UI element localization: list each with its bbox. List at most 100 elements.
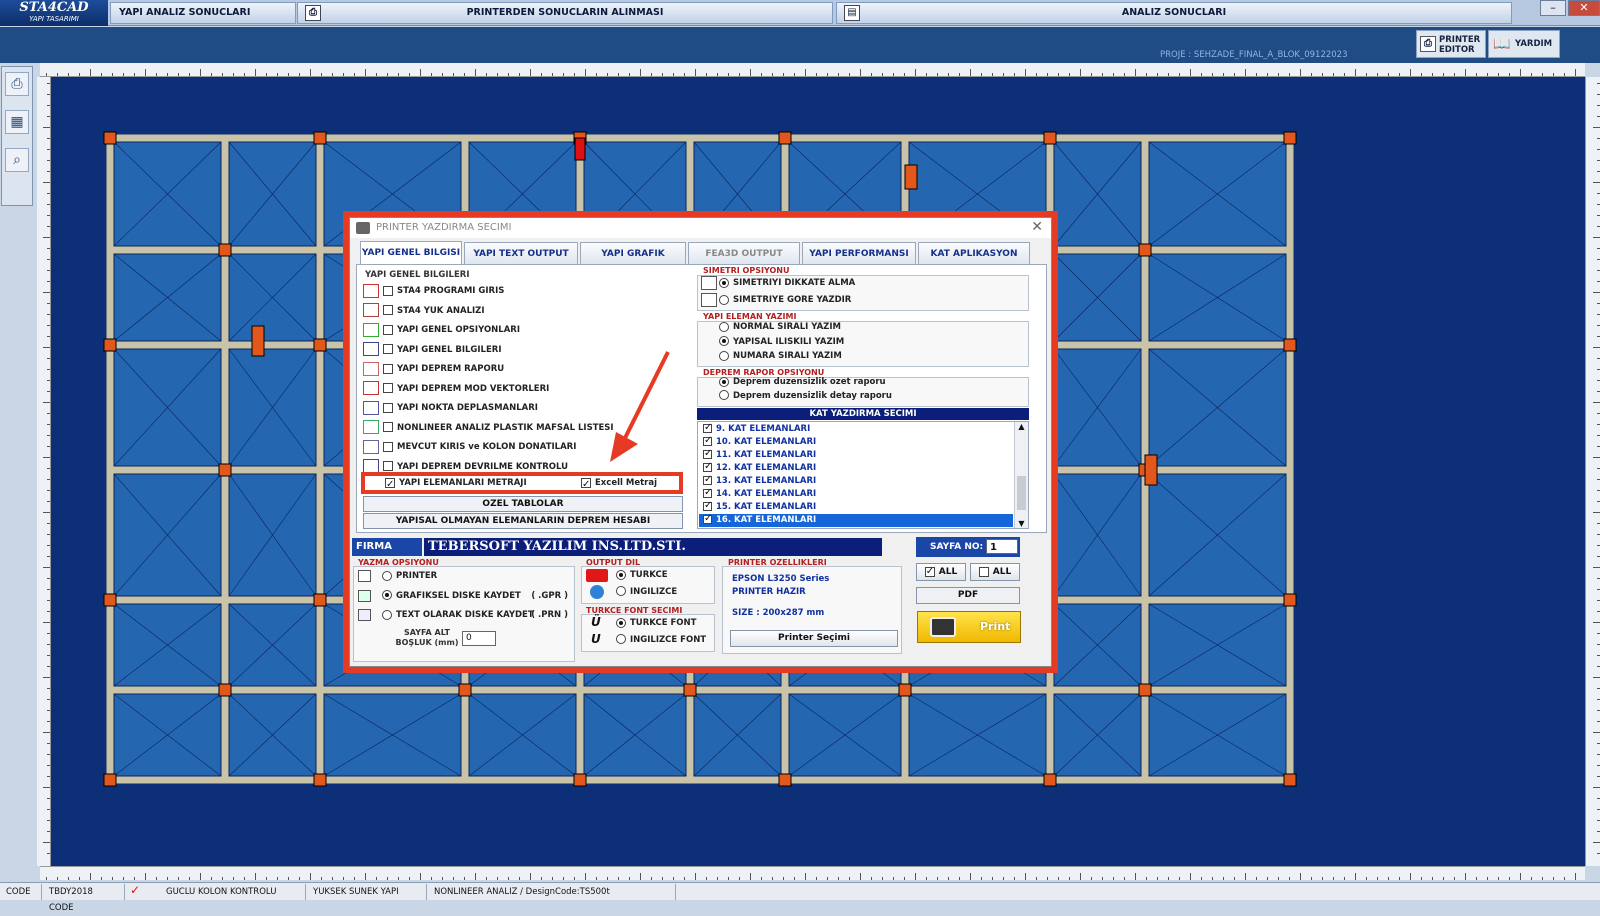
radio-option[interactable]: NUMARA SIRALI YAZIM bbox=[719, 349, 1019, 364]
floor-list-scrollbar[interactable]: ▲ ▼ bbox=[1014, 422, 1028, 528]
checkbox[interactable] bbox=[703, 473, 712, 486]
tab-yapi-text-output[interactable]: YAPI TEXT OUTPUT bbox=[464, 242, 578, 264]
radio-option[interactable]: INGILIZCE bbox=[616, 584, 716, 601]
ruler-tick bbox=[167, 73, 168, 76]
checkbox[interactable] bbox=[383, 305, 393, 315]
firma-input[interactable]: TEBERSOFT YAZILIM INS.LTD.STI. bbox=[424, 538, 882, 556]
radio-button[interactable] bbox=[616, 617, 626, 628]
column bbox=[103, 338, 117, 352]
zoom-tool-button[interactable]: ⌕ bbox=[5, 148, 29, 172]
tab-printer-results[interactable]: ⎙ PRINTERDEN SONUCLARIN ALINMASI bbox=[297, 2, 833, 24]
tab-yapi-analiz-sonuclari[interactable]: YAPI ANALIZ SONUCLARI bbox=[110, 2, 296, 24]
radio-button[interactable] bbox=[719, 294, 729, 305]
floor-list[interactable]: 9. KAT ELEMANLARI 10. KAT ELEMANLARI 11. K… bbox=[697, 421, 1029, 529]
metraj-checkbox[interactable]: YAPI ELEMANLARI METRAJI bbox=[385, 473, 527, 495]
radio-button[interactable] bbox=[382, 570, 392, 581]
radio-option[interactable]: SIMETRIYE GORE YAZDIR bbox=[719, 292, 1019, 309]
minimize-button[interactable]: – bbox=[1540, 0, 1566, 16]
checkbox[interactable] bbox=[383, 461, 393, 471]
scroll-up-icon[interactable]: ▲ bbox=[1015, 422, 1028, 431]
print-button[interactable]: Print bbox=[917, 611, 1021, 643]
radio-option[interactable]: Deprem duzensizlik detay raporu bbox=[719, 390, 1019, 404]
excel-metraj-checkbox[interactable]: Excell Metraj bbox=[581, 473, 657, 495]
radio-button[interactable] bbox=[382, 590, 392, 600]
checkbox[interactable] bbox=[383, 402, 393, 413]
printer-editor-button[interactable]: ⎙ PRINTER EDITOR bbox=[1416, 30, 1486, 58]
floor-item[interactable]: 12. KAT ELEMANLARI bbox=[699, 460, 1013, 475]
checkbox[interactable] bbox=[383, 422, 393, 432]
radio-option[interactable]: GRAFIKSEL DISKE KAYDET ( .GPR ) bbox=[382, 587, 572, 607]
checkbox[interactable] bbox=[385, 475, 395, 495]
radio-button[interactable] bbox=[719, 277, 729, 288]
checkbox[interactable] bbox=[383, 285, 393, 296]
ruler-tick bbox=[1135, 69, 1136, 76]
checkbox[interactable] bbox=[383, 383, 393, 393]
floor-item[interactable]: 10. KAT ELEMANLARI bbox=[699, 434, 1013, 449]
scroll-down-icon[interactable]: ▼ bbox=[1015, 519, 1028, 528]
floor-item[interactable]: 11. KAT ELEMANLARI bbox=[699, 447, 1013, 462]
scroll-thumb[interactable] bbox=[1017, 476, 1026, 510]
help-button[interactable]: 📖 YARDIM bbox=[1488, 30, 1560, 58]
checkbox[interactable] bbox=[703, 499, 712, 512]
item-icon bbox=[363, 459, 379, 473]
tab-yapi-genel-bilgisi[interactable]: YAPI GENEL BILGISI bbox=[360, 241, 462, 265]
checkbox[interactable] bbox=[703, 486, 712, 499]
printer-select-button[interactable]: Printer Seçimi bbox=[730, 630, 898, 647]
floor-item[interactable]: 16. KAT ELEMANLARI bbox=[699, 512, 1013, 527]
checkbox[interactable] bbox=[383, 363, 393, 374]
radio-option[interactable]: Deprem duzensizlik ozet raporu bbox=[719, 376, 1019, 390]
ruler-tick bbox=[794, 73, 795, 76]
radio-button[interactable] bbox=[719, 376, 729, 387]
radio-button[interactable] bbox=[719, 350, 729, 361]
floor-item[interactable]: 15. KAT ELEMANLARI bbox=[699, 499, 1013, 514]
close-button[interactable]: ✕ bbox=[1568, 0, 1600, 16]
radio-option[interactable]: TURKCE bbox=[616, 567, 716, 584]
tab-yapi-grafik-output[interactable]: YAPI GRAFIK OUTPUT bbox=[580, 242, 686, 281]
checkbox[interactable] bbox=[703, 512, 712, 525]
select-all-button[interactable]: ALL bbox=[916, 563, 966, 581]
deselect-all-button[interactable]: ALL bbox=[970, 563, 1020, 581]
radio-option[interactable]: PRINTER bbox=[382, 567, 572, 587]
tab-kat-aplikasyon-cizimi[interactable]: KAT APLIKASYON CIZIMI bbox=[918, 242, 1030, 281]
close-icon[interactable]: ✕ bbox=[1031, 219, 1043, 235]
checkbox[interactable] bbox=[383, 324, 393, 335]
general-item-row[interactable]: STA4 YUK ANALIZI bbox=[363, 301, 683, 321]
print-tool-button[interactable]: ⎙ bbox=[5, 72, 29, 96]
radio-button[interactable] bbox=[719, 321, 729, 332]
checkbox[interactable] bbox=[383, 344, 393, 354]
ozel-tablolar-button[interactable]: OZEL TABLOLAR bbox=[363, 496, 683, 512]
radio-button[interactable] bbox=[719, 390, 729, 400]
checkbox[interactable] bbox=[703, 421, 712, 434]
ruler-tick bbox=[926, 877, 927, 880]
tab-fea3d-output[interactable]: FEA3D OUTPUT bbox=[688, 242, 800, 264]
checkbox[interactable] bbox=[581, 475, 591, 495]
radio-option[interactable]: YAPISAL ILISKILI YAZIM bbox=[719, 335, 1019, 350]
dialog-title: PRINTER YAZDIRMA SECIMI bbox=[350, 218, 1051, 238]
floor-item[interactable]: 14. KAT ELEMANLARI bbox=[699, 486, 1013, 501]
layers-tool-button[interactable]: ▦ bbox=[5, 110, 29, 134]
sayfa-input[interactable]: 1 bbox=[986, 539, 1018, 554]
checkbox[interactable] bbox=[703, 434, 712, 447]
tab-yapi-performansi[interactable]: YAPI PERFORMANSI bbox=[802, 242, 916, 264]
radio-option[interactable]: TEXT OLARAK DISKE KAYDET( .PRN ) bbox=[382, 606, 572, 626]
radio-option[interactable]: NORMAL SIRALI YAZIM bbox=[719, 320, 1019, 335]
radio-option[interactable]: INGILIZCE FONT bbox=[616, 632, 716, 649]
floor-item[interactable]: 13. KAT ELEMANLARI bbox=[699, 473, 1013, 488]
margin-input[interactable]: 0 bbox=[462, 631, 496, 646]
floor-item[interactable]: 9. KAT ELEMANLARI bbox=[699, 421, 1013, 436]
radio-button[interactable] bbox=[616, 586, 626, 596]
checkbox[interactable] bbox=[383, 441, 393, 452]
pdf-button[interactable]: PDF bbox=[916, 587, 1020, 604]
radio-button[interactable] bbox=[382, 609, 392, 620]
general-item-row[interactable]: STA4 PROGRAMI GIRIS bbox=[363, 281, 683, 301]
radio-option[interactable]: SIMETRIYI DIKKATE ALMA bbox=[719, 275, 1019, 292]
nonstructural-button[interactable]: YAPISAL OLMAYAN ELEMANLARIN DEPREM HESAB… bbox=[363, 513, 683, 529]
checkbox[interactable] bbox=[703, 460, 712, 473]
checkbox[interactable] bbox=[703, 447, 712, 460]
tab-analiz-sonuclari[interactable]: ▤ ANALIZ SONUCLARI bbox=[836, 2, 1512, 24]
radio-option[interactable]: TURKCE FONT bbox=[616, 615, 716, 632]
radio-button[interactable] bbox=[719, 336, 729, 346]
general-item-row[interactable]: YAPI GENEL OPSIYONLARI bbox=[363, 320, 683, 340]
radio-button[interactable] bbox=[616, 634, 626, 644]
radio-button[interactable] bbox=[616, 569, 626, 580]
